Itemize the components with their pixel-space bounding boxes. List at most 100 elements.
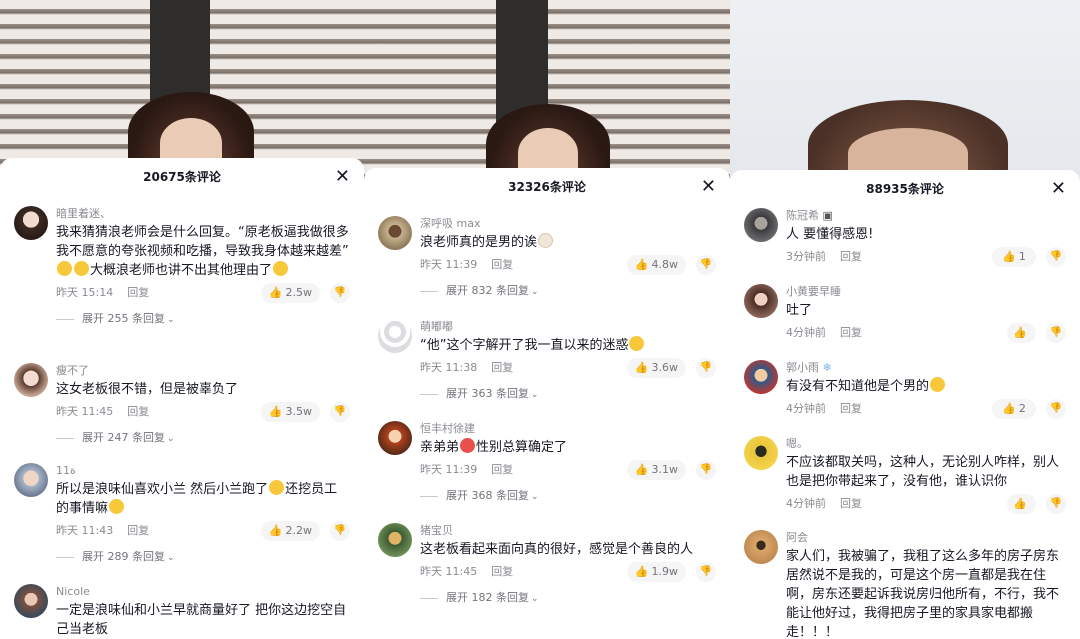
avatar[interactable]	[14, 463, 48, 497]
avatar[interactable]	[744, 530, 778, 564]
comment-username[interactable]: 猪宝贝	[420, 523, 716, 538]
expand-replies-button[interactable]: 展开 247 条回复 ⌄	[56, 430, 350, 447]
comment-time: 昨天 11:45	[56, 405, 114, 418]
reply-button[interactable]: 回复	[491, 463, 513, 476]
expand-replies-button[interactable]: 展开 289 条回复 ⌄	[56, 549, 350, 566]
comment-username[interactable]: 郭小雨 ❄	[786, 360, 1066, 375]
comment-username[interactable]: 深呼吸 max	[420, 216, 716, 231]
close-icon[interactable]: ✕	[701, 168, 716, 206]
comment-username[interactable]: 小黄要早睡	[786, 284, 1066, 299]
like-button[interactable]: 👍 2.5w	[260, 283, 320, 303]
avatar[interactable]	[378, 421, 412, 455]
comment-time: 4分钟前	[786, 497, 826, 510]
video-panel-3: 88935条评论 ✕ 陈冠希 ▣ 人 要懂得感恩! 3分钟前 回复 👍 1 👎 小黄…	[730, 0, 1080, 639]
comment-time: 4分钟前	[786, 402, 826, 415]
comment-username[interactable]: 萌嘟嘟	[420, 319, 716, 334]
like-button[interactable]: 👍 2.2w	[260, 521, 320, 541]
reply-button[interactable]: 回复	[491, 565, 513, 578]
thumbs-up-icon: 👍	[268, 286, 283, 299]
avatar[interactable]	[744, 208, 778, 242]
snowflake-icon: ❄	[822, 361, 832, 374]
thumbs-down-icon[interactable]: 👎	[330, 402, 350, 422]
expand-replies-button[interactable]: 展开 255 条回复 ⌄	[56, 311, 350, 328]
like-count: 2.2w	[285, 524, 313, 537]
comment-text: “他”这个字解开了我一直以来的迷惑	[420, 336, 716, 355]
expand-replies-button[interactable]: 展开 832 条回复 ⌄	[420, 283, 716, 300]
video-panel-1: 20675条评论 ✕ 暗里着迷、 我来猜猜浪老师会是什么回复。“原老板逼我做很多…	[0, 0, 364, 639]
reply-button[interactable]: 回复	[491, 258, 513, 271]
close-icon[interactable]: ✕	[335, 158, 350, 196]
video-panel-2: 32326条评论 ✕ 深呼吸 max 浪老师真的是男的诶 昨天 11:39 回复 …	[364, 0, 730, 639]
comment-username[interactable]: 暗里着迷、	[56, 206, 350, 221]
comment-username[interactable]: 嗯。	[786, 436, 1066, 451]
thumbs-down-icon[interactable]: 👎	[696, 255, 716, 275]
like-button[interactable]: 👍 2	[992, 399, 1036, 419]
comment-username[interactable]: ة11	[56, 463, 350, 478]
avatar[interactable]	[378, 523, 412, 557]
close-icon[interactable]: ✕	[1051, 170, 1066, 208]
reply-button[interactable]: 回复	[840, 326, 862, 339]
comment-username[interactable]: 阿会	[786, 530, 1066, 545]
reply-button[interactable]: 回复	[127, 405, 149, 418]
emoji-icon	[273, 261, 289, 276]
reply-button[interactable]: 回复	[127, 286, 149, 299]
comment-username[interactable]: Nicole	[56, 584, 350, 599]
avatar[interactable]	[14, 584, 48, 618]
comment-time: 昨天 11:43	[56, 524, 114, 537]
video-background	[0, 0, 364, 170]
expand-replies-button[interactable]: 展开 368 条回复 ⌄	[420, 488, 716, 505]
chevron-down-icon: ⌄	[531, 390, 539, 400]
like-count: 2	[1018, 402, 1026, 415]
thumbs-down-icon[interactable]: 👎	[696, 562, 716, 582]
like-button[interactable]: 👍 3.1w	[626, 460, 686, 480]
avatar[interactable]	[14, 206, 48, 240]
comment-time: 昨天 11:45	[420, 565, 478, 578]
reply-button[interactable]: 回复	[127, 524, 149, 537]
comment-text: 我来猜猜浪老师会是什么回复。“原老板逼我做很多我不愿意的夸张视频和吃播，导致我身…	[56, 225, 349, 278]
reply-button[interactable]: 回复	[840, 250, 862, 263]
like-button[interactable]: 👍 3.5w	[260, 402, 320, 422]
comment-time: 3分钟前	[786, 250, 826, 263]
comment-username[interactable]: 陈冠希 ▣	[786, 208, 1066, 223]
thumbs-down-icon[interactable]: 👎	[330, 521, 350, 541]
comment-sheet: 32326条评论 ✕ 深呼吸 max 浪老师真的是男的诶 昨天 11:39 回复 …	[364, 168, 730, 639]
avatar[interactable]	[744, 436, 778, 470]
comment-username[interactable]: 瘦不了	[56, 363, 350, 378]
comment-text: 不应该都取关吗，这种人，无论别人咋样，别人也是把你带起来了，没有他，谁认识你	[786, 455, 1060, 489]
thumbs-down-icon[interactable]: 👎	[1046, 323, 1066, 343]
reply-button[interactable]: 回复	[491, 361, 513, 374]
avatar[interactable]	[378, 319, 412, 353]
avatar[interactable]	[744, 284, 778, 318]
comment-text: 浪老师真的是男的诶	[420, 233, 716, 252]
reply-button[interactable]: 回复	[840, 497, 862, 510]
video-background	[730, 0, 1080, 180]
thumbs-down-icon[interactable]: 👎	[1046, 494, 1066, 514]
thumbs-down-icon[interactable]: 👎	[696, 358, 716, 378]
like-button[interactable]: 👍 1.9w	[626, 562, 686, 582]
expand-replies-button[interactable]: 展开 182 条回复 ⌄	[420, 590, 716, 607]
thumbs-down-icon[interactable]: 👎	[1046, 399, 1066, 419]
thumbs-down-icon[interactable]: 👎	[1046, 247, 1066, 267]
like-button[interactable]: 👍	[1007, 323, 1036, 343]
like-count: 3.6w	[651, 361, 679, 374]
thumbs-up-icon: 👍	[1002, 250, 1016, 263]
avatar[interactable]	[14, 363, 48, 397]
comment-text: 有没有不知道他是个男的	[786, 377, 1066, 396]
thumbs-down-icon[interactable]: 👎	[330, 283, 350, 303]
like-button[interactable]: 👍 3.6w	[626, 358, 686, 378]
avatar[interactable]	[744, 360, 778, 394]
avatar[interactable]	[378, 216, 412, 250]
chevron-down-icon: ⌄	[167, 434, 175, 444]
like-button[interactable]: 👍 4.8w	[626, 255, 686, 275]
emoji-icon	[74, 261, 89, 276]
like-count: 4.8w	[651, 258, 679, 271]
like-button[interactable]: 👍	[1007, 494, 1036, 514]
thumbs-down-icon[interactable]: 👎	[696, 460, 716, 480]
comment-text: 家人们，我被骗了，我租了这么多年的房子房东居然说不是我的，可是这个房一直都是我在…	[786, 549, 1060, 639]
comment-time: 昨天 15:14	[56, 286, 114, 299]
thumbs-up-icon: 👍	[634, 463, 649, 476]
like-button[interactable]: 👍 1	[992, 247, 1036, 267]
reply-button[interactable]: 回复	[840, 402, 862, 415]
expand-replies-button[interactable]: 展开 363 条回复 ⌄	[420, 386, 716, 403]
comment-username[interactable]: 恒丰村徐建	[420, 421, 716, 436]
